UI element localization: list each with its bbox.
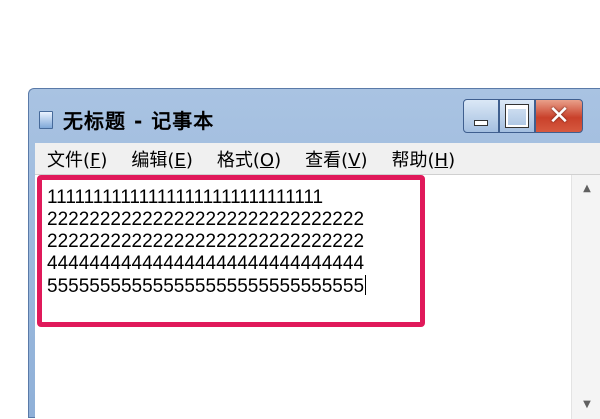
- minimize-icon: [474, 120, 488, 126]
- notepad-window: 无标题 - 记事本 ✕ 文件(F) 编辑(E) 格式(O) 查看(V) 帮助(H…: [28, 88, 600, 419]
- menu-help[interactable]: 帮助(H): [391, 146, 455, 172]
- menu-view[interactable]: 查看(V): [305, 146, 367, 172]
- menu-bar: 文件(F) 编辑(E) 格式(O) 查看(V) 帮助(H): [35, 143, 600, 175]
- menu-file[interactable]: 文件(F): [47, 146, 107, 172]
- menu-format[interactable]: 格式(O): [217, 146, 281, 172]
- text-editor[interactable]: 111111111111111111111111111111 222222222…: [35, 175, 600, 419]
- close-button[interactable]: ✕: [535, 99, 583, 133]
- editor-line: 222222222222222222222222222222: [47, 231, 365, 252]
- title-bar[interactable]: 无标题 - 记事本 ✕: [29, 89, 600, 141]
- notepad-icon[interactable]: [39, 111, 53, 129]
- text-caret: [365, 275, 367, 295]
- editor-content[interactable]: 111111111111111111111111111111 222222222…: [47, 187, 367, 298]
- vertical-scrollbar[interactable]: ▲ ▼: [571, 175, 600, 419]
- minimize-button[interactable]: [463, 99, 499, 133]
- editor-line-last: 555555555555555555555555555555: [47, 275, 367, 297]
- editor-line: 111111111111111111111111111111: [47, 187, 324, 208]
- editor-line: 222222222222222222222222222222: [47, 209, 365, 230]
- window-title: 无标题 - 记事本: [63, 109, 215, 133]
- scroll-up-icon[interactable]: ▲: [572, 177, 600, 199]
- close-icon: ✕: [548, 101, 570, 131]
- editor-line: 444444444444444444444444444444: [47, 253, 365, 274]
- menu-edit[interactable]: 编辑(E): [131, 146, 192, 172]
- maximize-button[interactable]: [499, 99, 535, 133]
- scroll-down-icon[interactable]: ▼: [572, 393, 600, 415]
- maximize-icon: [506, 105, 528, 127]
